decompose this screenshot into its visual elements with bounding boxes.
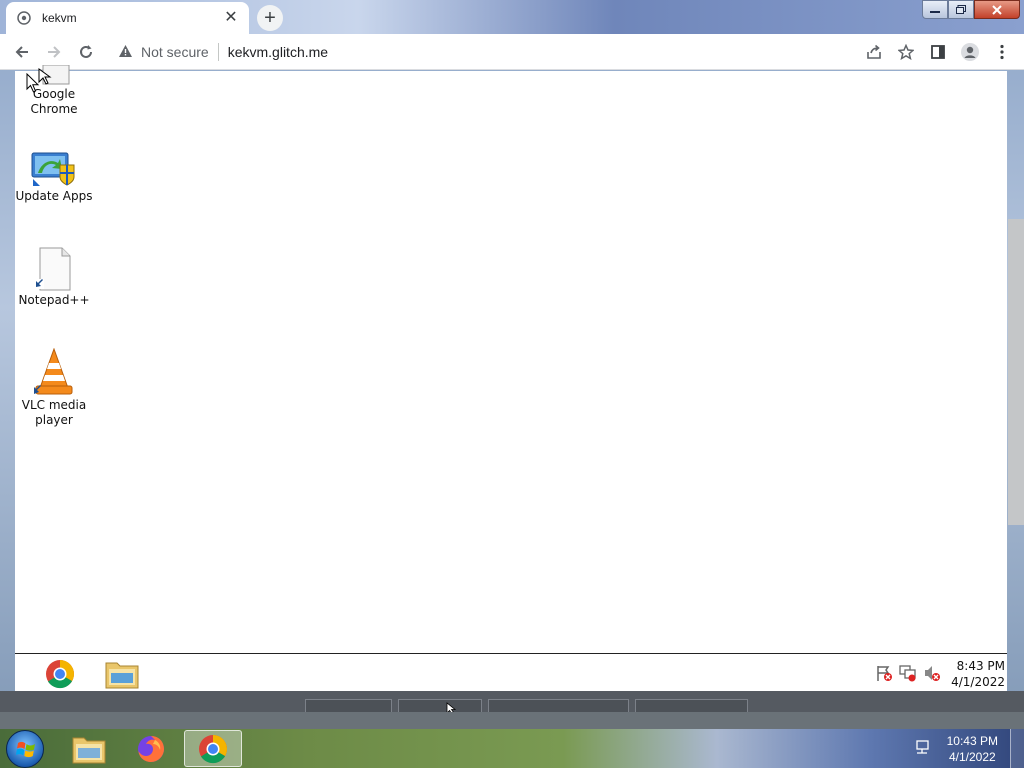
- close-window-button[interactable]: [974, 0, 1020, 19]
- host-clock[interactable]: 10:43 PM 4/1/2022: [947, 733, 998, 765]
- forward-button[interactable]: [38, 36, 70, 68]
- action-center-flag-icon[interactable]: [875, 664, 893, 682]
- remote-clock[interactable]: 8:43 PM 4/1/2022: [951, 658, 1005, 690]
- host-taskbar-firefox[interactable]: [122, 730, 180, 767]
- window-controls: [922, 0, 1020, 20]
- side-panel-icon: [931, 45, 945, 59]
- tab-title: kekvm: [42, 11, 77, 25]
- chrome-icon: [46, 660, 74, 689]
- remote-system-tray: [875, 664, 941, 682]
- browser-tab[interactable]: kekvm ✕: [6, 2, 249, 34]
- notepad-icon: [34, 247, 71, 291]
- address-bar[interactable]: Not secure kekvm.glitch.me: [110, 38, 840, 66]
- browser-toolbar: Not secure kekvm.glitch.me: [0, 34, 1024, 70]
- host-taskbar-explorer[interactable]: [60, 730, 118, 767]
- kvm-control-button[interactable]: [635, 699, 748, 712]
- omnibox-divider: [217, 43, 219, 61]
- volume-muted-icon[interactable]: [923, 664, 941, 682]
- chrome-shortcut-icon: [38, 65, 70, 85]
- share-icon: [867, 44, 881, 59]
- star-icon: [898, 44, 914, 60]
- close-icon: [992, 4, 1002, 15]
- remote-time: 8:43 PM: [956, 659, 1005, 673]
- separator-band: [0, 712, 1024, 729]
- restore-icon: [956, 5, 966, 14]
- security-label[interactable]: Not secure: [141, 44, 209, 60]
- back-arrow-icon: [15, 45, 28, 58]
- firefox-icon: [138, 735, 164, 762]
- host-date: 4/1/2022: [948, 750, 996, 764]
- more-vertical-icon: [1000, 44, 1004, 60]
- host-taskbar-chrome[interactable]: [184, 730, 242, 767]
- restore-button[interactable]: [948, 0, 974, 19]
- vlc-icon: [34, 348, 73, 395]
- tab-strip: kekvm ✕ +: [0, 0, 1024, 34]
- forward-arrow-icon: [48, 45, 61, 58]
- reload-icon: [80, 44, 92, 58]
- kvm-control-button[interactable]: [488, 699, 629, 712]
- desktop-icon-update-apps[interactable]: Update Apps: [14, 151, 94, 204]
- bookmark-button[interactable]: [890, 36, 922, 68]
- minimize-icon: [930, 10, 940, 13]
- remote-date: 4/1/2022: [951, 675, 1005, 689]
- windows-logo-icon: [16, 741, 35, 758]
- toolbar-actions: [858, 36, 1018, 68]
- desktop-icon-label: Update Apps: [15, 189, 93, 203]
- minimize-button[interactable]: [922, 0, 948, 19]
- remote-desktop-view[interactable]: Google Chrome Update Apps Notepad++ VLC …: [14, 65, 1007, 691]
- desktop-icon-label: Notepad++: [18, 293, 90, 307]
- kvm-control-button[interactable]: [398, 699, 482, 712]
- desktop-icon-vlc[interactable]: VLC media player: [14, 348, 94, 428]
- network-icon[interactable]: [915, 739, 933, 757]
- chrome-icon: [199, 734, 227, 763]
- warning-icon[interactable]: [118, 44, 133, 61]
- share-button[interactable]: [858, 36, 890, 68]
- remote-taskbar-explorer[interactable]: [105, 657, 139, 691]
- host-time: 10:43 PM: [946, 734, 998, 748]
- url-text[interactable]: kekvm.glitch.me: [228, 44, 328, 60]
- show-desktop-button[interactable]: [1010, 729, 1024, 768]
- network-icon[interactable]: [899, 664, 917, 682]
- host-taskbar: 10:43 PM 4/1/2022: [0, 729, 1024, 768]
- avatar-icon: [961, 43, 979, 61]
- desktop-icon-label: VLC media player: [21, 398, 87, 427]
- remote-taskbar: 8:43 PM 4/1/2022: [15, 653, 1007, 691]
- desktop-icon-notepad[interactable]: Notepad++: [14, 247, 94, 308]
- profile-button[interactable]: [954, 36, 986, 68]
- remote-taskbar-chrome[interactable]: [43, 657, 77, 691]
- kvm-control-button[interactable]: [305, 699, 392, 712]
- mouse-cursor-icon: [26, 73, 40, 93]
- back-button[interactable]: [6, 36, 38, 68]
- side-panel-button[interactable]: [922, 36, 954, 68]
- page-scrollbar-thumb[interactable]: [1008, 219, 1024, 525]
- host-system-tray: [915, 739, 933, 760]
- menu-button[interactable]: [986, 36, 1018, 68]
- folder-icon: [105, 662, 139, 689]
- start-button[interactable]: [6, 730, 44, 768]
- update-apps-icon: [31, 152, 75, 186]
- new-tab-button[interactable]: +: [257, 5, 283, 31]
- tab-close-icon[interactable]: ✕: [223, 10, 239, 26]
- folder-icon: [72, 737, 106, 763]
- kvm-control-strip: [0, 691, 1024, 714]
- globe-icon: [16, 10, 32, 26]
- reload-button[interactable]: [70, 36, 102, 68]
